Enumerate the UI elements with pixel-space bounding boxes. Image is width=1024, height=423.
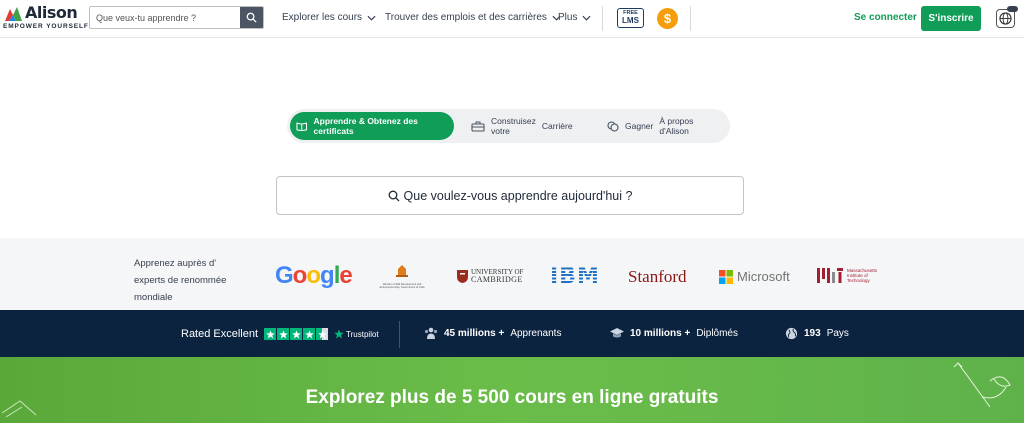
language-badge (1007, 6, 1018, 12)
stat-countries: 193 Pays (785, 327, 849, 340)
graduates-value: 10 millions + (630, 327, 691, 339)
chevron-down-icon (367, 15, 376, 21)
globe-icon (785, 327, 798, 340)
star-icon (277, 328, 290, 340)
graduates-label: Diplômés (696, 327, 738, 339)
trustpilot-rating[interactable]: Rated Excellent Trustpilot (181, 328, 379, 340)
partners-text-line3: mondiale (134, 292, 173, 303)
star-half-icon (316, 328, 329, 340)
tab-career-label-a: Construisez (491, 115, 536, 126)
stanford-logo: Stanford (628, 267, 687, 286)
partners-text-line2: experts de renommée (134, 275, 227, 286)
header-divider (602, 6, 603, 31)
nav-explore-courses-label: Explorer les cours (282, 12, 363, 23)
coin-symbol: $ (663, 11, 672, 26)
star-icon (264, 328, 277, 340)
book-icon (296, 122, 308, 131)
countries-value: 193 (804, 328, 821, 339)
main-search-box[interactable]: Que voulez-vous apprendre aujourd'hui ? (276, 176, 744, 215)
google-logo: Google (275, 262, 353, 289)
countries-label: Pays (826, 328, 849, 339)
cambridge-crest-icon (457, 269, 468, 283)
microsoft-logo: Microsoft (719, 269, 790, 284)
header-search (89, 6, 264, 29)
mit-logo: Massachusetts Institute of Technology (817, 268, 877, 283)
learners-label: Apprenants (510, 327, 562, 339)
mit-line3: Technology (847, 278, 870, 283)
ministry-emblem-icon (396, 265, 408, 277)
partners-text-line1: Apprenez auprès d' (134, 258, 217, 269)
login-link[interactable]: Se connecter (854, 12, 917, 23)
tab-career-words: Construisez votre (491, 116, 536, 136)
search-icon (388, 190, 399, 201)
graduation-cap-icon (610, 328, 624, 338)
nav-more-label: Plus (558, 12, 578, 23)
tab-career-label-b: votre (491, 126, 510, 136)
tab-career-label-c: Carrière (541, 121, 573, 131)
header-search-input[interactable] (90, 7, 241, 28)
tab-build-career[interactable]: Construisez votre Carrière (471, 112, 573, 140)
cambridge-wordmark: UNIVERSITY OF CAMBRIDGE (471, 268, 523, 284)
tab-earn[interactable]: Gagner À propos d'Alison (607, 112, 693, 140)
stat-graduates: 10 millions + Diplômés (610, 327, 738, 339)
search-icon (246, 12, 257, 23)
partners-intro: Apprenez auprès d' experts de renommée m… (134, 255, 254, 306)
signup-button[interactable]: S'inscrire (921, 6, 981, 31)
microsoft-wordmark: Microsoft (737, 269, 790, 284)
alison-logo[interactable]: Alison EMPOWER YOURSELF (3, 3, 88, 34)
nav-find-jobs-label: Trouver des emplois et des carrières (385, 12, 547, 23)
header-search-button[interactable] (240, 7, 263, 28)
star-icon (290, 328, 303, 340)
header-divider (690, 6, 691, 31)
microsoft-squares-icon (719, 269, 733, 284)
main-search-placeholder: Que voulez-vous apprendre aujourd'hui ? (403, 188, 633, 203)
mit-wordmark: Massachusetts Institute of Technology (847, 268, 877, 283)
tab-earn-label-b: À propos (659, 115, 694, 126)
mit-bars-icon (817, 268, 843, 283)
learners-value: 45 millions + (444, 327, 505, 339)
tab-about-words: À propos d'Alison (659, 116, 693, 136)
logo-tagline: EMPOWER YOURSELF (3, 23, 89, 30)
tab-learn-certificates[interactable]: Apprendre & Obtenez des certificats (290, 112, 454, 140)
dollar-coin-icon[interactable]: $ (657, 8, 678, 29)
trustpilot-stars (264, 328, 329, 340)
nav-explore-courses[interactable]: Explorer les cours (282, 12, 376, 23)
tab-earn-label-c: d'Alison (659, 126, 689, 136)
ministry-logo: Ministry of Skill Development and Entrep… (376, 264, 428, 290)
logo-wordmark: Alison (25, 3, 78, 22)
free-lms-line2: LMS (622, 16, 639, 26)
star-icon (303, 328, 316, 340)
banner-title: Explorez plus de 5 500 cours en ligne gr… (305, 387, 719, 408)
tab-learn-label: Apprendre & Obtenez des certificats (313, 116, 418, 136)
stats-divider (399, 321, 400, 348)
page: Alison EMPOWER YOURSELF Explorer les cou… (0, 0, 1024, 423)
coins-icon (607, 120, 619, 132)
tab-earn-label-a: Gagner (625, 121, 654, 131)
trustpilot-star-icon (334, 329, 344, 339)
cambridge-logo: UNIVERSITY OF CAMBRIDGE (457, 268, 523, 284)
rated-label: Rated Excellent (181, 328, 259, 340)
hero-tabs: Apprendre & Obtenez des certificats Cons… (287, 109, 730, 143)
alison-logo-mark-icon (5, 7, 22, 21)
free-lms-button[interactable]: FREE LMS (617, 8, 644, 28)
stat-learners: 45 millions + Apprenants (424, 327, 561, 339)
top-navbar: Alison EMPOWER YOURSELF Explorer les cou… (0, 0, 1024, 38)
trustpilot-label: Trustpilot (346, 329, 379, 339)
briefcase-icon (471, 121, 485, 132)
nav-find-jobs[interactable]: Trouver des emplois et des carrières (385, 12, 561, 23)
nav-more[interactable]: Plus (558, 12, 591, 23)
cambridge-line2: CAMBRIDGE (471, 275, 523, 284)
language-button[interactable] (996, 6, 1018, 28)
chevron-down-icon (582, 15, 591, 21)
globe-icon (999, 12, 1012, 25)
ibm-logo: IBM (550, 264, 600, 289)
trustpilot-brand: Trustpilot (334, 329, 379, 339)
ministry-text: Ministry of Skill Development and Entrep… (379, 283, 425, 289)
people-icon (424, 327, 438, 339)
